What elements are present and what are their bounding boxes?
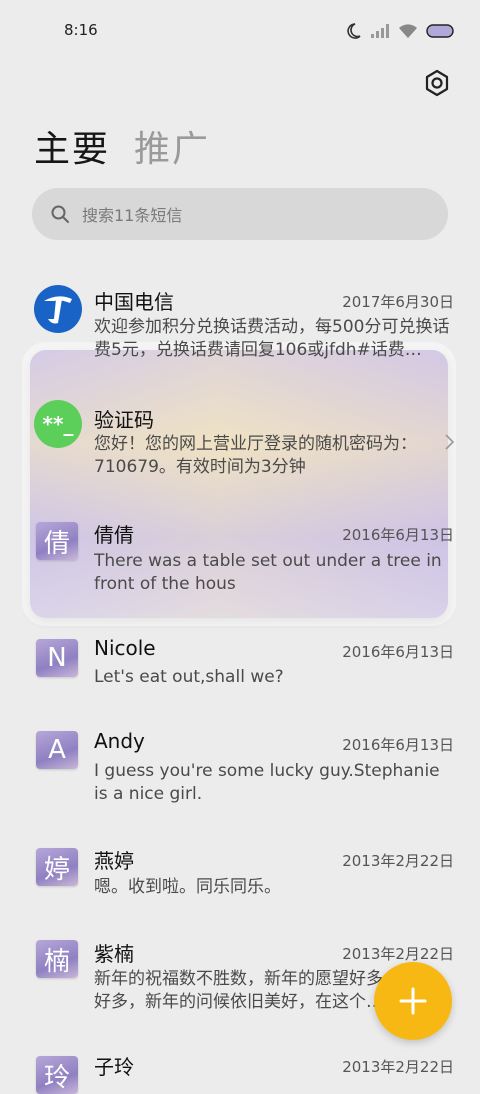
message-date: 2016年6月13日	[342, 526, 454, 544]
new-message-button[interactable]	[374, 962, 452, 1040]
status-bar: 8:16	[0, 0, 480, 60]
message-date: 2017年6月30日	[342, 293, 454, 311]
moon-icon	[347, 23, 361, 39]
settings-icon[interactable]	[422, 68, 452, 98]
avatar: 玲	[36, 1056, 78, 1094]
search-placeholder: 搜索11条短信	[82, 206, 183, 225]
message-date: 2016年6月13日	[342, 643, 454, 661]
contact-name: 倩倩	[94, 523, 134, 547]
status-icons	[344, 20, 454, 42]
signal-icon	[371, 24, 389, 38]
message-preview: Let's eat out,shall we?	[94, 667, 284, 687]
tab-bar: 主要 推广	[34, 120, 210, 172]
tab-primary[interactable]: 主要	[34, 120, 110, 172]
avatar: 婷	[36, 848, 78, 886]
message-date: 2013年2月22日	[342, 945, 454, 963]
contact-name: 紫楠	[94, 942, 134, 966]
message-preview: 欢迎参加积分兑换话费活动，每500分可兑换话费5元，兑换话费请回复106或jfd…	[94, 317, 450, 360]
contact-name: Andy	[94, 729, 145, 753]
message-date: 2016年6月13日	[342, 736, 454, 754]
add-icon	[399, 987, 427, 1015]
avatar: A	[36, 731, 78, 769]
tab-promotions[interactable]: 推广	[134, 120, 210, 172]
avatar: 楠	[36, 940, 78, 978]
message-preview: There was a table set out under a tree i…	[94, 551, 442, 594]
avatar: 倩	[36, 522, 78, 560]
message-preview: 嗯。收到啦。同乐同乐。	[94, 877, 281, 897]
contact-name: 验证码	[94, 408, 154, 432]
avatar: **_	[34, 400, 82, 448]
battery-icon	[426, 24, 454, 38]
status-time: 8:16	[64, 21, 98, 39]
chevron-right-icon	[445, 434, 455, 450]
contact-name: 中国电信	[94, 290, 174, 314]
message-preview: 新年的祝福数不胜数，新年的愿望好多好多，新年的问候依旧美好，在这个温馨的	[94, 969, 383, 1012]
message-date: 2013年2月22日	[342, 852, 454, 870]
china-telecom-logo-icon	[34, 285, 82, 333]
message-preview: 您好！您的网上营业厅登录的随机密码为：710679。有效时间为3分钟	[94, 434, 417, 477]
message-date: 2013年2月22日	[342, 1058, 454, 1076]
search-bar[interactable]: 搜索11条短信	[32, 188, 448, 240]
search-icon	[51, 205, 69, 223]
contact-name: 燕婷	[94, 849, 134, 873]
avatar: N	[36, 639, 78, 677]
contact-name: Nicole	[94, 636, 156, 660]
message-preview: I guess you're some lucky guy.Stephanie …	[94, 761, 440, 804]
wifi-icon	[399, 24, 417, 38]
